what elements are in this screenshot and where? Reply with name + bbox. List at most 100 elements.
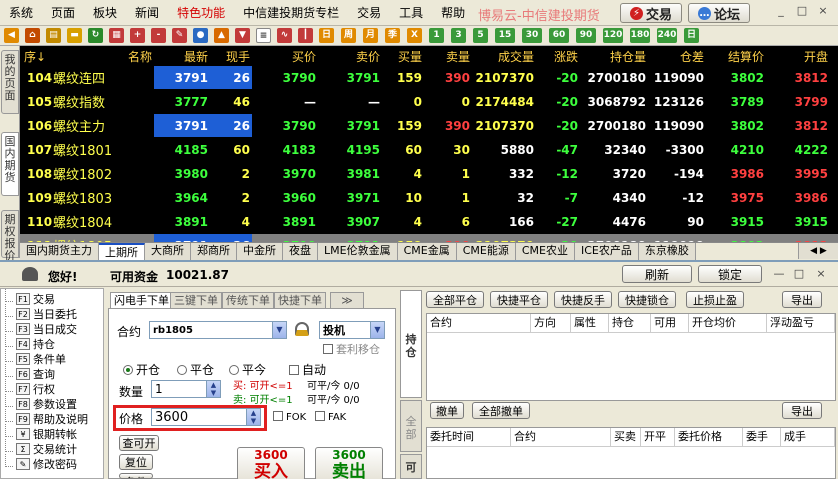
home-icon[interactable]: ⌂ <box>25 28 40 43</box>
m90-icon[interactable]: 90 <box>576 28 596 43</box>
orders-col-5[interactable]: 委手 <box>743 428 781 447</box>
function-item-11[interactable]: ✎ 修改密码 <box>5 454 77 471</box>
table-row[interactable]: 111螺纹1805379126379037911593902107370-202… <box>20 234 838 242</box>
menu-item-8[interactable]: 帮助 <box>432 4 474 21</box>
lock-button[interactable]: 锁定 <box>698 265 762 283</box>
function-item-8[interactable]: F9 帮助及说明 <box>5 409 88 426</box>
function-item-9[interactable]: ¥ 银期转帐 <box>5 424 77 441</box>
menu-item-7[interactable]: 工具 <box>390 4 432 21</box>
chevron-down-icon[interactable]: ▼ <box>370 322 384 338</box>
positions-col-4[interactable]: 可用 <box>651 314 689 333</box>
vtab-my-pages[interactable]: 我的页面 <box>1 50 19 114</box>
menu-item-5[interactable]: 中信建投期货专栏 <box>234 4 348 21</box>
side-tab-positions[interactable]: 持仓 <box>400 290 422 398</box>
close-today-radio[interactable]: 平今 <box>229 361 266 378</box>
market-tab-5[interactable]: 夜盘 <box>283 243 318 260</box>
checkbox[interactable] <box>289 365 299 375</box>
menu-item-4[interactable]: 特色功能 <box>168 4 234 21</box>
menu-item-2[interactable]: 板块 <box>84 4 126 21</box>
header-col-current-volume[interactable]: 现手 <box>210 46 252 66</box>
palette-icon[interactable]: ✎ <box>172 28 187 43</box>
checkbox[interactable] <box>273 411 283 421</box>
arrow-left-icon[interactable]: ◀ <box>4 28 19 43</box>
fok-checkbox[interactable]: FOK <box>273 411 306 423</box>
buy-button[interactable]: 3600 买入 <box>237 447 305 479</box>
table-row[interactable]: 110 螺纹1804 3891 4 3891 3907 4 6 166 -27 4476 90 3915… <box>20 210 838 233</box>
header-col-bid-qty[interactable]: 买量 <box>382 46 424 66</box>
market-tab-7[interactable]: CME金属 <box>397 243 457 260</box>
positions-table[interactable]: 合约 方向 属性 持仓 可用 开仓均价 浮动盈亏 <box>426 313 836 401</box>
condition-button[interactable]: 条件 <box>119 473 153 479</box>
market-tab-4[interactable]: 中金所 <box>237 243 283 260</box>
radio-icon[interactable] <box>229 365 239 375</box>
orders-col-6[interactable]: 成手 <box>781 428 835 447</box>
header-col-bid[interactable]: 买价 <box>252 46 318 66</box>
market-tab-8[interactable]: CME能源 <box>456 243 516 260</box>
m240-icon[interactable]: 240 <box>657 28 677 43</box>
vtab-domestic-futures[interactable]: 国内期货 <box>1 132 19 196</box>
zoom-out-icon[interactable]: - <box>151 28 166 43</box>
tab-more[interactable]: ≫ <box>330 292 364 308</box>
quick-lock-button[interactable]: 快捷锁仓 <box>618 291 676 308</box>
lock-icon[interactable] <box>295 322 309 336</box>
list-icon[interactable]: ≡ <box>256 28 271 43</box>
quick-close-button[interactable]: 快捷平仓 <box>490 291 548 308</box>
function-item-1[interactable]: F2 当日委托 <box>5 304 77 321</box>
stepper-icon[interactable]: ▲ ▼ <box>246 409 260 425</box>
custom-icon[interactable]: 日 <box>684 28 699 43</box>
stop-loss-profit-button[interactable]: 止损止盈 <box>686 291 744 308</box>
fak-checkbox[interactable]: FAK <box>315 411 346 423</box>
sell-button[interactable]: 3600 卖出 <box>315 447 383 479</box>
header-col-name[interactable]: 名称 <box>50 46 154 66</box>
qty-input[interactable]: 1 ▲ ▼ <box>151 380 221 398</box>
m3-icon[interactable]: 3 <box>451 28 466 43</box>
maximize-icon[interactable]: □ <box>795 4 809 18</box>
header-col-seq[interactable]: 序↓ <box>20 46 50 66</box>
checkbox[interactable] <box>323 344 333 354</box>
table-row[interactable]: 105 螺纹指数 3777 46 — — 0 0 2174484 -20 3068792 123126… <box>20 90 838 113</box>
filter-icon[interactable]: ▼ <box>235 28 250 43</box>
radio-icon[interactable] <box>177 365 187 375</box>
tab-three-key-order[interactable]: 三键下单 <box>170 292 222 308</box>
function-item-7[interactable]: F8 参数设置 <box>5 394 77 411</box>
hedge-type-select[interactable]: 投机 ▼ <box>319 321 385 339</box>
header-col-open-interest[interactable]: 持仓量 <box>580 46 648 66</box>
arbitrage-move-option[interactable]: 套利移仓 <box>323 341 380 357</box>
query-available-button[interactable]: 查可开 <box>119 435 159 451</box>
market-tab-10[interactable]: ICE农产品 <box>574 243 639 260</box>
tab-lightning-order[interactable]: 闪电手下单 <box>110 292 173 308</box>
function-item-2[interactable]: F3 当日成交 <box>5 319 77 336</box>
chart-icon[interactable]: ∿ <box>277 28 292 43</box>
book-icon[interactable]: ▤ <box>46 28 61 43</box>
cancel-order-button[interactable]: 撤单 <box>430 402 464 419</box>
positions-col-6[interactable]: 浮动盈亏 <box>767 314 835 333</box>
orders-col-2[interactable]: 买卖 <box>611 428 641 447</box>
tab-quick-order[interactable]: 快捷下单 <box>274 292 326 308</box>
function-item-10[interactable]: Σ 交易统计 <box>5 439 77 456</box>
table-row[interactable]: 107 螺纹1801 4185 60 4183 4195 60 30 5880 -47 32340 -… <box>20 138 838 161</box>
stepper-icon[interactable]: ▲ ▼ <box>206 381 220 397</box>
market-tab-11[interactable]: 东京橡胶 <box>638 243 696 260</box>
orders-col-3[interactable]: 开平 <box>641 428 675 447</box>
m15-icon[interactable]: 15 <box>495 28 515 43</box>
header-col-open[interactable]: 开盘 <box>766 46 830 66</box>
tab-traditional-order[interactable]: 传统下单 <box>222 292 274 308</box>
open-radio[interactable]: 开仓 <box>123 361 160 378</box>
week-icon[interactable]: 周 <box>341 28 356 43</box>
positions-col-0[interactable]: 合约 <box>427 314 531 333</box>
positions-col-3[interactable]: 持仓 <box>609 314 651 333</box>
function-item-4[interactable]: F5 条件单 <box>5 349 66 366</box>
panel-close-icon[interactable]: × <box>814 267 828 281</box>
drop-icon[interactable]: ● <box>193 28 208 43</box>
market-tab-9[interactable]: CME农业 <box>515 243 575 260</box>
day-icon[interactable]: 日 <box>319 28 334 43</box>
m1-icon[interactable]: 1 <box>429 28 444 43</box>
folder-icon[interactable]: ▬ <box>67 28 82 43</box>
grid-icon[interactable]: ▦ <box>109 28 124 43</box>
m120-icon[interactable]: 120 <box>603 28 623 43</box>
table-row[interactable]: 106 螺纹主力 3791 26 3790 3791 159 390 2107370 -20 270… <box>20 114 838 137</box>
panel-restore-icon[interactable]: □ <box>792 267 806 281</box>
chevron-down-icon[interactable]: ▼ <box>272 322 286 338</box>
contract-input[interactable]: rb1805 ▼ <box>149 321 287 339</box>
zoom-in-icon[interactable]: + <box>130 28 145 43</box>
